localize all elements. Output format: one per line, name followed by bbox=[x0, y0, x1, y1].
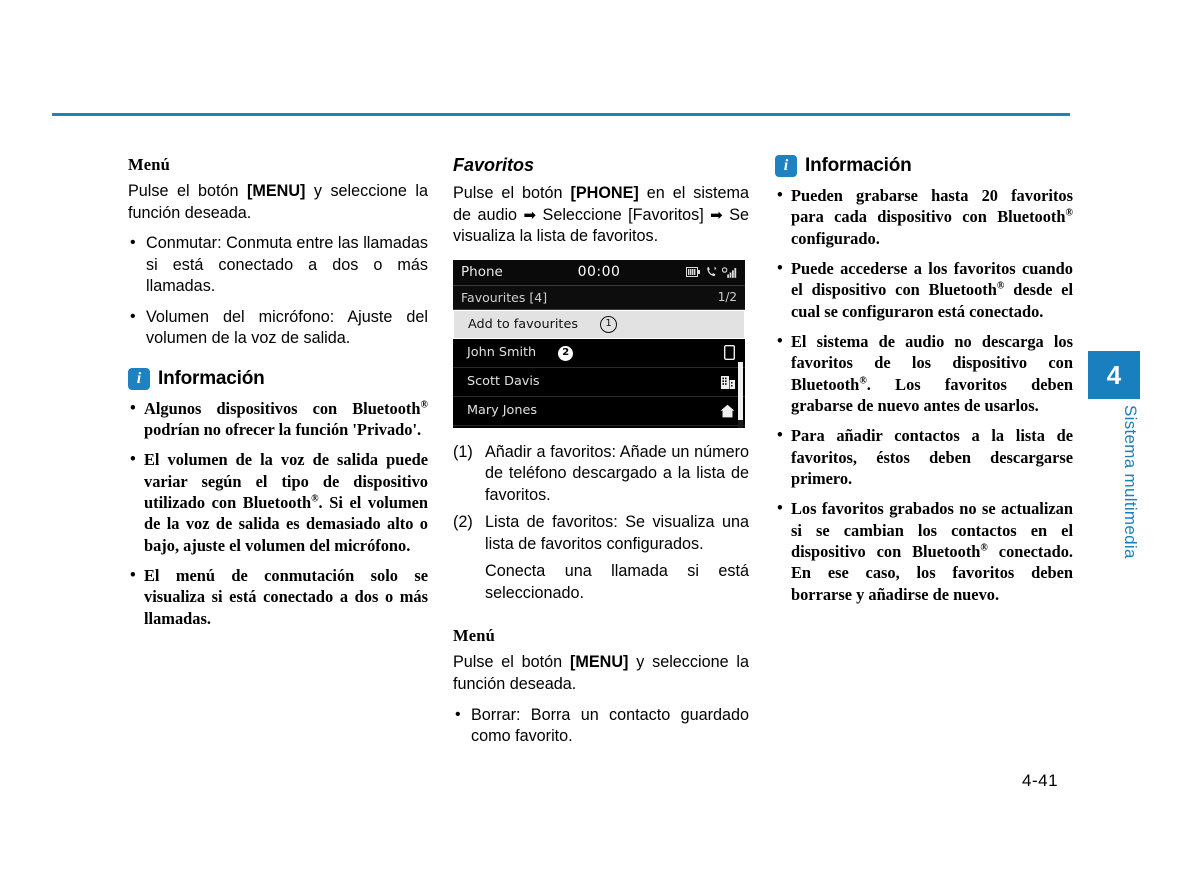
list-item-scott-davis[interactable]: Scott Davis bbox=[453, 367, 745, 397]
callout-badge-1: 1 bbox=[600, 315, 617, 333]
list-item: Conmutar: Conmuta entre las llamadas si … bbox=[128, 232, 428, 298]
menu-heading: Menú bbox=[128, 155, 171, 174]
list-item: Pueden grabarse hasta 20 favoritos para … bbox=[775, 184, 1073, 249]
info-icon: i bbox=[128, 367, 150, 390]
list-item: Algunos dispositivos con Bluetooth® podr… bbox=[128, 397, 428, 441]
list-item: El menú de conmutación solo se visualiza… bbox=[128, 564, 428, 629]
bluetooth-phone-icon bbox=[705, 266, 717, 278]
column-two: Favoritos Pulse el botón [PHONE] en el s… bbox=[453, 155, 749, 748]
list-item: Borrar: Borra un contacto guardado como … bbox=[453, 704, 749, 748]
status-icon-group bbox=[686, 266, 737, 278]
battery-icon bbox=[686, 267, 700, 278]
row-label: Mary Jones bbox=[467, 403, 538, 419]
home-icon bbox=[720, 404, 735, 418]
info-list-col1: Algunos dispositivos con Bluetooth® podr… bbox=[128, 397, 428, 629]
list-item: Para añadir contactos a la lista de favo… bbox=[775, 424, 1073, 489]
column-three: i Información Pueden grabarse hasta 20 f… bbox=[775, 155, 1073, 605]
row-label: John Smith bbox=[467, 345, 537, 361]
callout-extra-text: Conecta una llamada si está seleccionado… bbox=[485, 562, 749, 602]
arrow-right-icon: ➡ bbox=[523, 206, 537, 224]
phone-key-label: [PHONE] bbox=[570, 184, 639, 202]
screen-title: Phone bbox=[461, 264, 503, 281]
menu-intro-pre: Pulse el botón bbox=[128, 182, 247, 200]
favoritos-intro-pre: Pulse el botón bbox=[453, 184, 571, 202]
favourites-count-label: Favourites [4] bbox=[461, 289, 548, 305]
callout-marker: (1) bbox=[453, 442, 473, 461]
favoritos-intro-mid2: Seleccione [Favoritos] bbox=[536, 205, 711, 224]
favourites-list: Add to favourites 1 John Smith 2 Scott D… bbox=[453, 309, 745, 428]
column-one: Menú Pulse el botón [MENU] y seleccione … bbox=[128, 155, 428, 629]
screen-status-bar: Phone 00:00 bbox=[453, 259, 745, 286]
menu-key-label: [MENU] bbox=[569, 653, 629, 672]
mobile-phone-icon bbox=[724, 345, 735, 361]
menu-intro-paragraph-col2: Pulse el botón [MENU] y seleccione la fu… bbox=[453, 652, 749, 695]
favoritos-heading: Favoritos bbox=[453, 155, 535, 175]
list-item: (1) Añadir a favoritos: Añade un número d… bbox=[453, 442, 749, 507]
callout-text: Añadir a favoritos: Añade un número de t… bbox=[485, 442, 749, 504]
header-rule bbox=[52, 113, 1070, 116]
list-item: Volumen del micrófono: Ajuste del volume… bbox=[128, 306, 428, 350]
callout-marker: (2) bbox=[453, 513, 473, 532]
callout-text: Lista de favoritos: Se visualiza una lis… bbox=[485, 513, 749, 553]
scrollbar-thumb[interactable] bbox=[738, 361, 743, 420]
info-title: Información bbox=[158, 367, 265, 389]
page-number: 4-41 bbox=[1022, 771, 1059, 790]
info-heading-col1: i Información bbox=[128, 367, 428, 390]
menu-intro-paragraph: Pulse el botón [MENU] y seleccione la fu… bbox=[128, 181, 428, 224]
favoritos-intro-paragraph: Pulse el botón [PHONE] en el sistema de … bbox=[453, 183, 749, 248]
row-label: Scott Davis bbox=[467, 374, 540, 390]
signal-strength-icon bbox=[722, 266, 737, 278]
menu-heading-col2: Menú bbox=[453, 626, 496, 646]
list-item: Los favoritos grabados no se actualizan … bbox=[775, 497, 1073, 605]
list-item: El volumen de la voz de salida puede var… bbox=[128, 448, 428, 556]
menu-function-list-col2: Borrar: Borra un contacto guardado como … bbox=[453, 704, 749, 748]
phone-favourites-screen: Phone 00:00 Favourites [4] 1/2 Add to fa… bbox=[453, 259, 745, 428]
callout-badge-2: 2 bbox=[558, 344, 574, 361]
chapter-title-vertical: Sistema multimedia bbox=[1121, 405, 1140, 559]
page-indicator: 1/2 bbox=[717, 290, 737, 305]
callout-description-list: (1) Añadir a favoritos: Añade un número d… bbox=[453, 442, 749, 556]
arrow-right-icon: ➡ bbox=[710, 206, 723, 224]
info-list-col3: Pueden grabarse hasta 20 favoritos para … bbox=[775, 184, 1073, 605]
info-icon: i bbox=[775, 155, 797, 177]
chapter-number-tab: 4 bbox=[1088, 351, 1140, 399]
info-title: Información bbox=[805, 155, 912, 176]
list-item-john-smith[interactable]: John Smith 2 bbox=[453, 338, 745, 368]
list-item: El sistema de audio no descarga los favo… bbox=[775, 330, 1073, 416]
list-item: (2) Lista de favoritos: Se visualiza una … bbox=[453, 512, 749, 555]
list-item: Puede accederse a los favoritos cuando e… bbox=[775, 257, 1073, 322]
info-heading-col3: i Información bbox=[775, 155, 1073, 177]
menu-intro-pre: Pulse el botón bbox=[453, 653, 570, 672]
list-item-add-to-favourites[interactable]: Add to favourites 1 bbox=[453, 309, 745, 339]
row-label: Add to favourites bbox=[468, 316, 578, 332]
screen-subheader: Favourites [4] 1/2 bbox=[453, 285, 745, 310]
menu-function-list: Conmutar: Conmuta entre las llamadas si … bbox=[128, 232, 428, 350]
menu-key-label: [MENU] bbox=[246, 182, 306, 200]
list-item-mary-jones[interactable]: Mary Jones bbox=[453, 396, 745, 426]
office-building-icon bbox=[721, 374, 735, 390]
